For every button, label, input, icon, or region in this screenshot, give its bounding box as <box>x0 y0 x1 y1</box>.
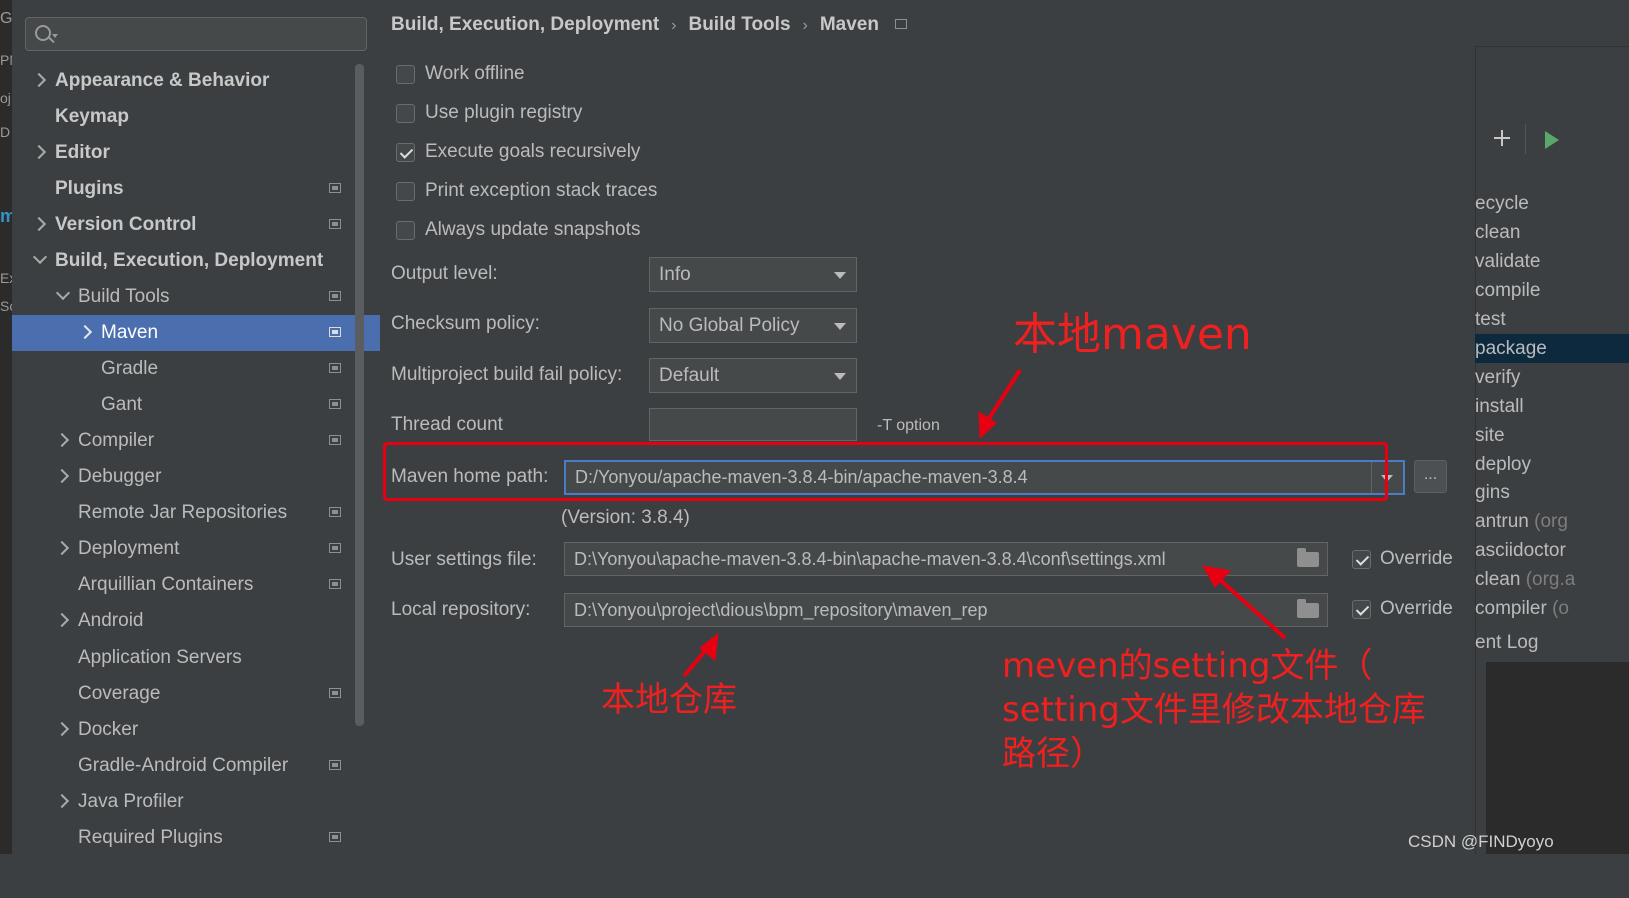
annotation-arrows <box>682 368 1287 678</box>
annotation-setting-file-line: meven的setting文件（ <box>1002 646 1373 686</box>
annotation-local-repo: 本地仓库 <box>601 680 737 720</box>
arrowhead-icon <box>978 411 997 440</box>
annotation-setting-file-line: setting文件里修改本地仓库 <box>1002 690 1426 730</box>
annotation-setting-file-line: 路径） <box>1002 734 1104 774</box>
annotation-arrow-setting-file <box>1216 576 1287 640</box>
annotation-local-maven: 本地maven <box>1013 309 1252 360</box>
watermark: CSDN @FINDyoyo <box>1408 832 1554 851</box>
annotation-arrow-local-maven <box>986 368 1022 422</box>
